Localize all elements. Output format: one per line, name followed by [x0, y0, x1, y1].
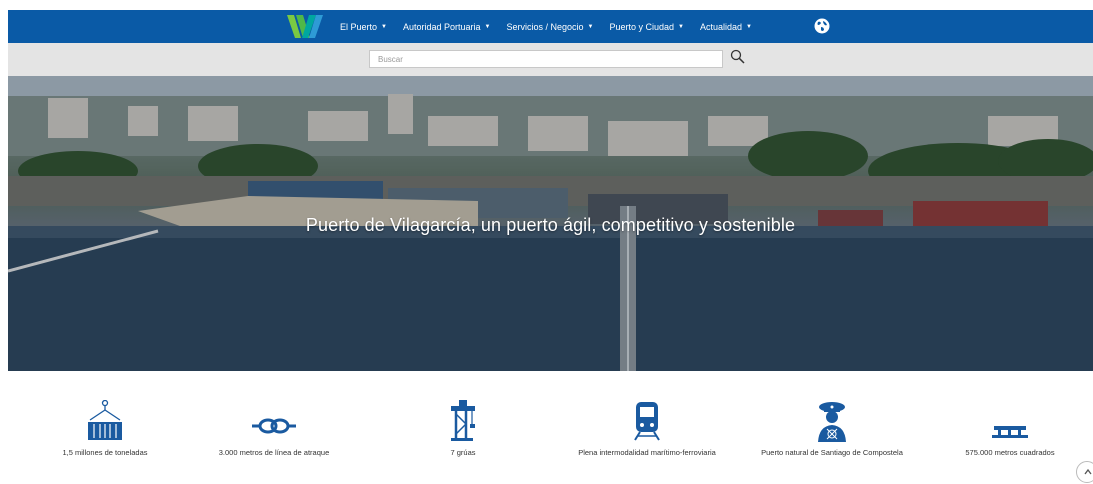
nav-item-label: El Puerto — [340, 21, 378, 32]
port-stats: 1,5 millones de toneladas 3.000 metros d… — [0, 400, 1093, 484]
search-input[interactable] — [369, 50, 723, 68]
chevron-down-icon: ▼ — [381, 23, 387, 30]
stat-label: Plena intermodalidad marítimo-ferroviari… — [578, 448, 716, 457]
stat-item: 575.000 metros cuadrados — [935, 400, 1085, 457]
nav-item-autoridad-portuaria[interactable]: Autoridad Portuaria ▼ — [403, 22, 491, 32]
nav-item-label: Autoridad Portuaria — [402, 21, 481, 32]
crane-icon — [451, 400, 475, 441]
pier-icon — [992, 426, 1028, 438]
port-logo-icon[interactable] — [287, 13, 323, 40]
stat-label: Puerto natural de Santiago de Compostela — [761, 448, 903, 457]
nav-item-servicios-negocio[interactable]: Servicios / Negocio ▼ — [506, 22, 593, 32]
stat-label: 1,5 millones de toneladas — [62, 448, 148, 457]
nav-item-actualidad[interactable]: Actualidad ▼ — [700, 22, 752, 32]
rope-knot-icon — [252, 418, 296, 434]
nav-item-label: Servicios / Negocio — [506, 21, 584, 32]
nav-item-puerto-y-ciudad[interactable]: Puerto y Ciudad ▼ — [609, 22, 684, 32]
top-navigation-bar: El Puerto ▼ Autoridad Portuaria ▼ Servicio… — [8, 10, 1093, 43]
stat-item: Puerto natural de Santiago de Compostela — [757, 400, 907, 457]
captain-icon — [818, 402, 846, 442]
nav-item-el-puerto[interactable]: El Puerto ▼ — [340, 22, 387, 32]
train-icon — [634, 402, 660, 441]
stat-item: 1,5 millones de toneladas — [30, 400, 180, 457]
stat-label: 7 grúas — [450, 448, 476, 457]
stat-item: 3.000 metros de línea de atraque — [199, 400, 349, 457]
stat-label: 575.000 metros cuadrados — [965, 448, 1055, 457]
chevron-down-icon: ▼ — [484, 23, 491, 30]
nav-item-label: Actualidad — [699, 21, 743, 32]
hero-title: Puerto de Vilagarcía, un puerto ágil, co… — [305, 215, 796, 235]
chevron-down-icon: ▼ — [678, 23, 684, 30]
hero-banner: Puerto de Vilagarcía, un puerto ágil, co… — [8, 76, 1093, 371]
container-icon — [88, 400, 122, 440]
globe-language-icon[interactable] — [814, 18, 830, 34]
scroll-to-top-button[interactable] — [1076, 461, 1093, 483]
stat-label: 3.000 metros de línea de atraque — [218, 448, 330, 457]
chevron-down-icon: ▼ — [746, 23, 752, 30]
nav-item-label: Puerto y Ciudad — [609, 21, 675, 32]
chevron-up-icon — [1084, 468, 1092, 475]
main-nav: El Puerto ▼ Autoridad Portuaria ▼ Servicio… — [340, 10, 752, 43]
stat-item: 7 grúas — [388, 400, 538, 457]
chevron-down-icon: ▼ — [587, 23, 594, 30]
search-icon[interactable] — [730, 49, 745, 64]
stat-item: Plena intermodalidad marítimo-ferroviari… — [572, 400, 722, 457]
search-bar — [8, 43, 1093, 76]
